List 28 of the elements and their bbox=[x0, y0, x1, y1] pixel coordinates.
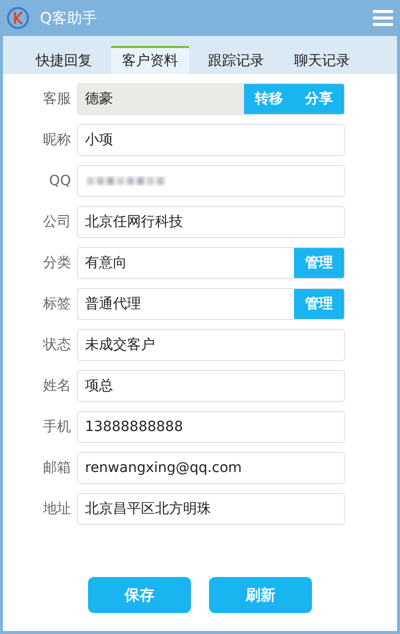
logo-icon bbox=[6, 6, 30, 30]
field-label: 昵称 bbox=[42, 131, 71, 149]
input-field[interactable]: 项总 bbox=[77, 370, 345, 402]
field-label: 地址 bbox=[42, 500, 71, 518]
field-label: 邮箱 bbox=[42, 459, 71, 477]
input-field[interactable]: 北京昌平区北方明珠 bbox=[77, 493, 345, 525]
field-label: 标签 bbox=[42, 295, 71, 313]
field-label: 客服 bbox=[42, 90, 71, 108]
input-field[interactable]: 有意向 管理 bbox=[77, 247, 345, 279]
field-label: 状态 bbox=[42, 336, 71, 354]
field-label: 分类 bbox=[42, 254, 71, 272]
tab[interactable]: 快捷回复 bbox=[25, 46, 103, 74]
tab[interactable]: 聊天记录 bbox=[283, 46, 361, 74]
input-field[interactable] bbox=[77, 165, 345, 197]
field-label: 手机 bbox=[42, 418, 71, 436]
input-field[interactable]: 北京任网行科技 bbox=[77, 206, 345, 238]
input-field[interactable]: renwangxing@qq.com bbox=[77, 452, 345, 484]
field-label: QQ bbox=[48, 173, 71, 189]
input-field[interactable]: 普通代理 管理 bbox=[77, 288, 345, 320]
input-field[interactable]: 未成交客户 bbox=[77, 329, 345, 361]
field-label: 姓名 bbox=[42, 377, 71, 395]
input-field[interactable]: 13888888888 bbox=[77, 411, 345, 443]
window-title: Q客助手 bbox=[40, 8, 98, 28]
menu-icon[interactable] bbox=[373, 10, 393, 26]
input-field[interactable]: 小项 bbox=[77, 124, 345, 156]
tab[interactable]: 客户资料 bbox=[111, 46, 189, 74]
field-label: 公司 bbox=[42, 213, 71, 231]
tab[interactable]: 跟踪记录 bbox=[197, 46, 275, 74]
